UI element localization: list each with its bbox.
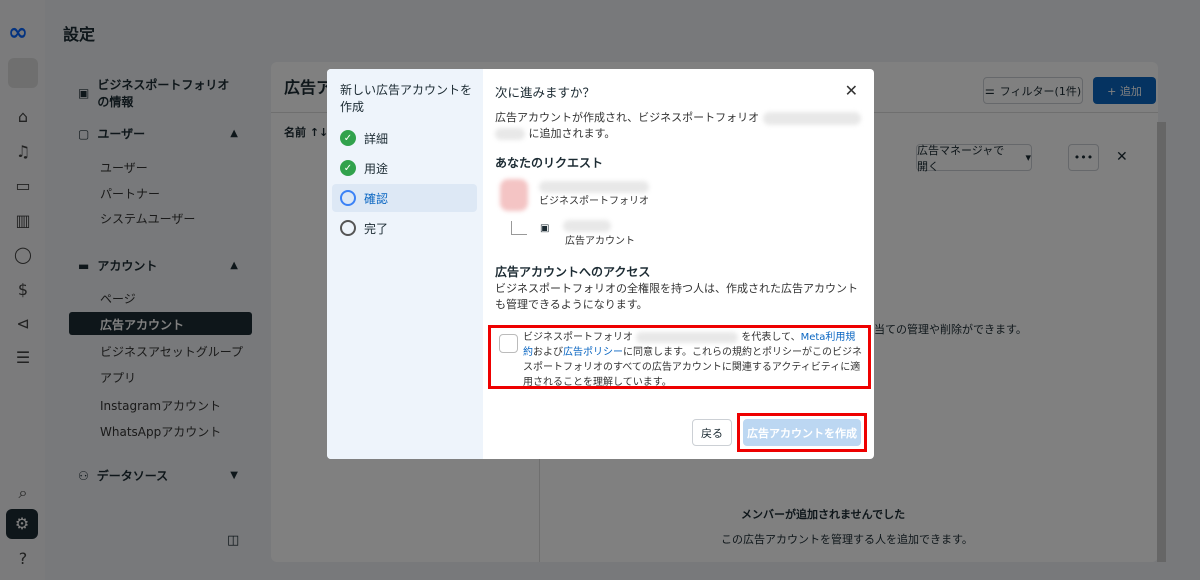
check-circle-icon: ✓ [340,160,356,176]
chart-icon[interactable]: ▥ [12,210,34,232]
portfolio-avatar [500,179,528,211]
access-heading: 広告アカウントへのアクセス [495,265,651,279]
dialog-heading: 次に進みますか？ [495,85,596,100]
nav-item-pages[interactable]: ページ [100,290,136,307]
more-button[interactable]: ••• [1068,144,1099,171]
chevron-up-icon: ▲ [230,260,238,271]
nav-item-partners[interactable]: パートナー [100,185,160,202]
data-source-icon: ⚇ [78,468,89,483]
pages-icon[interactable]: ▭ [12,175,34,197]
add-button[interactable]: + 追加 [1093,77,1156,104]
access-text: ビジネスポートフォリオの全権限を持つ人は、作成された広告アカウントも管理できるよ… [495,282,858,311]
nav-label: ユーザー [97,127,146,141]
collapse-panel-icon[interactable]: ◫ [227,533,239,548]
chevron-up-icon: ▲ [230,128,238,139]
step-complete: 完了 [332,214,477,242]
circle-icon [340,220,356,236]
nav-users-group[interactable]: ▢ ユーザー ▲ [78,125,238,142]
ad-account-icon: ▣ [540,223,550,234]
nav-data-sources[interactable]: ⚇ データソース ▼ [78,467,238,484]
filter-label: フィルター(1件) [999,84,1082,98]
create-ad-account-dialog: 新しい広告アカウントを作成 ✓ 詳細 ✓ 用途 確認 完了 次に進みますか？ 広告ア… [327,69,874,459]
scrollbar[interactable] [1157,122,1166,562]
close-icon[interactable]: ✕ [845,81,858,100]
step-label: 確認 [364,191,389,206]
step-purpose: ✓ 用途 [332,154,477,182]
search-icon[interactable]: ⌕ [12,482,34,504]
ad-account-label: 広告アカウント [565,236,635,247]
assign-text: 当ての管理や削除ができます。 [874,323,1027,336]
request-heading: あなたのリクエスト [495,156,604,170]
nav-label: アカウント [97,259,158,273]
agreement-box: ビジネスポートフォリオ を代表して、Meta利用規約および広告ポリシーに同意しま… [488,325,871,389]
step-list: 新しい広告アカウントを作成 ✓ 詳細 ✓ 用途 確認 完了 [327,69,483,459]
portfolio-label: ビジネスポートフォリオ [539,196,649,207]
nav-item-instagram[interactable]: Instagramアカウント [100,397,221,414]
caret-down-icon: ▾ [1025,151,1031,164]
section-title: 広告ア [284,78,333,97]
open-ads-manager-button[interactable]: 広告マネージャで開く ▾ [916,143,1032,173]
home-icon[interactable]: ⌂ [12,106,34,128]
agree-text: および [533,347,563,358]
icon-rail: ∞ ⌂ ♫ ▭ ▥ ◯ $ ⊲ ☰ ⌕ ⚙ ? [0,0,45,580]
chevron-down-icon: ▼ [230,470,238,481]
megaphone-icon[interactable]: ⊲ [12,313,34,335]
back-button[interactable]: 戻る [692,419,732,446]
redacted-name [495,128,525,140]
nav-accounts-group[interactable]: ▬ アカウント ▲ [78,257,238,274]
dollar-icon[interactable]: $ [12,279,34,301]
close-icon[interactable]: ✕ [1116,149,1128,165]
create-highlight: 広告アカウントを作成 [737,413,867,452]
intro-b: に追加されます。 [528,127,616,140]
empty-subtitle: この広告アカウントを管理する人を追加できます。 [721,533,973,546]
menu-icon[interactable]: ☰ [12,347,34,369]
step-confirm: 確認 [332,184,477,212]
empty-title: メンバーが追加されませんでした [741,508,906,521]
help-icon[interactable]: ? [12,548,34,570]
tree-connector [511,221,527,235]
create-ad-account-button[interactable]: 広告アカウントを作成 [743,419,861,446]
briefcase-icon: ▣ [78,86,90,100]
page-title: 設定 [63,25,96,44]
avatar[interactable] [8,58,38,88]
sliders-icon: ⚌ [984,84,995,97]
agree-text: を代表して、 [741,332,801,343]
dialog-sidebar-title: 新しい広告アカウントを作成 [340,83,473,114]
check-circle-icon: ✓ [340,130,356,146]
nav-item-whatsapp[interactable]: WhatsAppアカウント [100,423,221,440]
chat-icon[interactable]: ◯ [12,244,34,266]
nav-item-users[interactable]: ユーザー [100,159,148,176]
redacted-portfolio [539,181,649,193]
circle-icon [340,190,356,206]
agree-checkbox[interactable] [499,334,518,353]
step-label: 用途 [364,161,389,176]
step-details: ✓ 詳細 [332,124,477,152]
step-label: 完了 [364,221,389,236]
box-icon: ▬ [78,258,90,273]
nav-label: ビジネスポートフォリオの情報 [97,78,230,109]
redacted-account [563,220,611,232]
redacted-name [762,111,861,125]
nav-label: データソース [96,469,169,483]
gear-icon[interactable]: ⚙ [6,509,38,539]
nav-item-asset-groups[interactable]: ビジネスアセットグループ [100,343,243,360]
nav-business-info[interactable]: ▣ ビジネスポートフォリオの情報 [78,76,238,110]
redacted-name [636,331,739,343]
agree-text: ビジネスポートフォリオ [523,332,633,343]
nav-item-ad-accounts[interactable]: 広告アカウント [69,312,252,335]
filter-button[interactable]: ⚌ フィルター(1件) [983,77,1083,104]
button-label: 広告マネージャで開く [917,143,1005,173]
step-label: 詳細 [364,131,389,146]
bell-icon[interactable]: ♫ [12,141,34,163]
user-icon: ▢ [78,126,90,141]
nav-item-apps[interactable]: アプリ [100,369,136,386]
nav-item-system-users[interactable]: システムユーザー [100,210,195,227]
sort-name[interactable]: 名前 ↑↓ [284,124,328,140]
intro-a: 広告アカウントが作成され、ビジネスポートフォリオ [495,111,760,124]
meta-logo-icon[interactable]: ∞ [8,18,28,46]
policy-link[interactable]: 広告ポリシー [563,347,623,358]
intro-text: 広告アカウントが作成され、ビジネスポートフォリオ に追加されます。 [495,110,865,142]
